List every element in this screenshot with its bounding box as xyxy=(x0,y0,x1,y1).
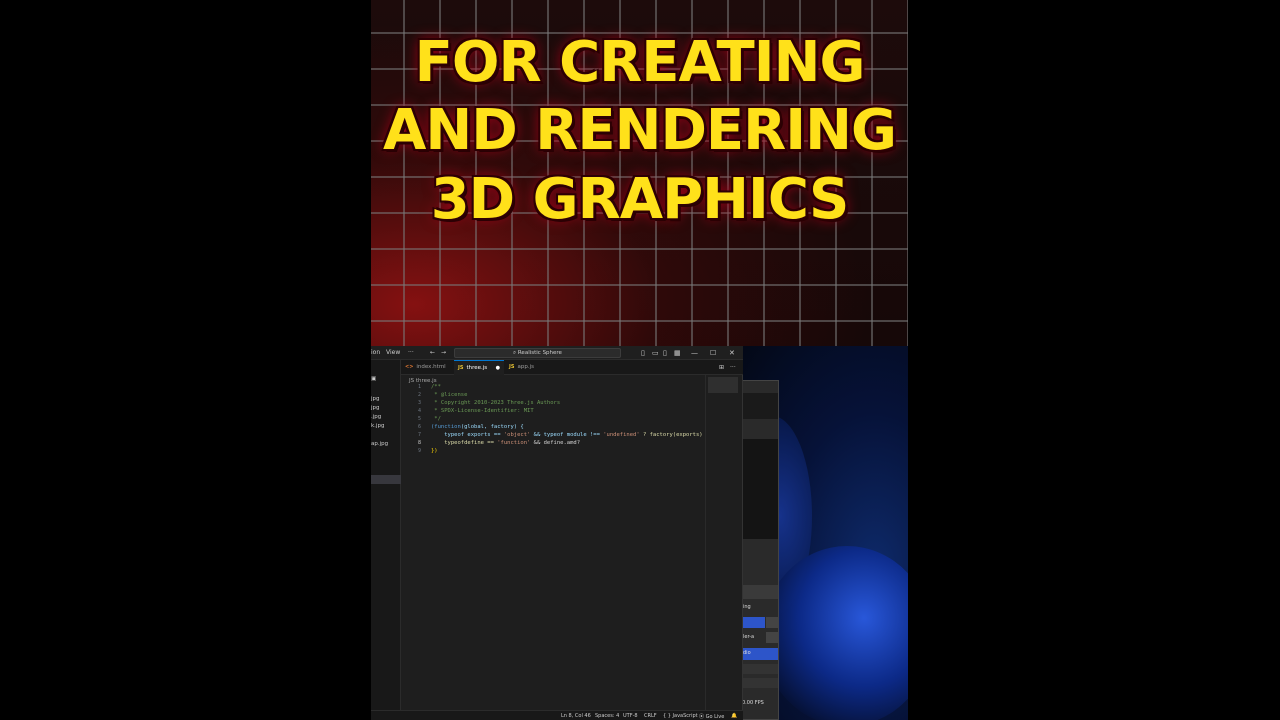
headline-line-3: 3D GRAPHICS xyxy=(430,167,850,232)
explorer-file[interactable]: .jpg xyxy=(371,414,381,420)
explorer-file[interactable]: ap.jpg xyxy=(371,441,388,447)
menu-view[interactable]: View xyxy=(386,349,400,356)
code-token: 'object' xyxy=(503,432,531,438)
code-token: (function xyxy=(431,424,461,430)
line-number: 7 xyxy=(417,432,421,438)
title-bar: ion View ··· ← → ⌕ Realistic Sphere ▯ ▭ … xyxy=(371,346,743,360)
vscode-window: ion View ··· ← → ⌕ Realistic Sphere ▯ ▭ … xyxy=(371,346,743,720)
explorer-file[interactable]: jpg xyxy=(371,396,380,402)
bell-icon[interactable]: 🔔 xyxy=(731,713,737,719)
preview-label-3: dio xyxy=(743,650,751,656)
tab-app-js[interactable]: JS app.js xyxy=(505,360,545,375)
go-live-button[interactable]: ⦿ Go Live xyxy=(699,713,724,720)
unsaved-dot-icon[interactable]: ● xyxy=(496,361,500,376)
js-file-icon: JS xyxy=(458,365,464,371)
line-number: 6 xyxy=(417,424,421,430)
line-number: 3 xyxy=(417,400,421,406)
customize-layout-icon[interactable]: ▦ xyxy=(674,349,681,357)
code-token: && typeof module !== xyxy=(530,432,604,438)
status-bar: Ln 8, Col 46 Spaces: 4 UTF-8 CRLF { } Ja… xyxy=(371,710,743,720)
preview-button-1[interactable] xyxy=(743,617,765,628)
minimap[interactable] xyxy=(705,375,741,710)
minimap-slider[interactable] xyxy=(708,377,738,393)
code-line-1: /** xyxy=(431,384,441,390)
explorer-file[interactable]: jpg xyxy=(371,405,380,411)
command-center-search[interactable]: ⌕ Realistic Sphere xyxy=(454,348,621,358)
toggle-sidebar-icon[interactable]: ▯ xyxy=(641,349,645,357)
menu-more-icon[interactable]: ··· xyxy=(408,349,414,356)
code-line-4: * SPDX-License-Identifier: MIT xyxy=(431,408,534,414)
headline-line-2: AND RENDERING xyxy=(383,98,897,163)
tab-label: three.js xyxy=(466,365,488,371)
preview-label-2: ler-a xyxy=(743,634,755,640)
explorer-header-icon: ▣ xyxy=(371,376,377,382)
preview-save-icon[interactable] xyxy=(766,617,778,628)
preview-row xyxy=(743,678,778,688)
grid-background: FOR CREATING AND RENDERING 3D GRAPHICS xyxy=(371,0,908,346)
back-arrow-icon[interactable]: ← xyxy=(430,349,435,356)
menu-selection[interactable]: ion xyxy=(371,349,380,356)
preview-canvas xyxy=(743,439,778,539)
more-actions-icon[interactable]: ··· xyxy=(730,360,736,375)
split-editor-icon[interactable]: ⊞ xyxy=(719,360,724,375)
fps-counter: 0.00 FPS xyxy=(742,700,764,706)
forward-arrow-icon[interactable]: → xyxy=(441,349,446,356)
code-line-9: }) xyxy=(431,448,438,454)
app-preview-window: ing ler-a dio xyxy=(742,380,779,720)
code-line-8: typeofdefine == 'function' && define.amd… xyxy=(431,440,580,446)
html-file-icon: <> xyxy=(405,364,414,370)
explorer-file[interactable]: k.jpg xyxy=(371,423,384,429)
preview-row xyxy=(743,664,778,674)
indentation[interactable]: Spaces: 4 xyxy=(595,713,619,719)
code-line-5: */ xyxy=(431,416,441,422)
preview-header xyxy=(743,393,778,419)
code-token: typeof exports == xyxy=(431,432,504,438)
tab-label: index.html xyxy=(416,364,446,370)
js-file-icon: JS xyxy=(509,364,515,370)
toggle-secondary-sidebar-icon[interactable]: ▯ xyxy=(663,349,667,357)
code-line-6: (function(global, factory) { xyxy=(431,424,524,430)
preview-label-1: ing xyxy=(743,604,751,610)
code-token: && define.amd? xyxy=(530,440,581,446)
code-line-3: * Copyright 2010-2023 Three.js Authors xyxy=(431,400,561,406)
toggle-panel-icon[interactable]: ▭ xyxy=(652,349,659,357)
line-endings[interactable]: CRLF xyxy=(644,713,657,719)
explorer-sidebar: ▣ jpg jpg .jpg k.jpg ap.jpg xyxy=(371,360,401,720)
code-line-7: typeof exports == 'object' && typeof mod… xyxy=(431,432,709,438)
maximize-icon[interactable]: ☐ xyxy=(710,349,716,357)
screen: FOR CREATING AND RENDERING 3D GRAPHICS i… xyxy=(0,0,1280,720)
line-number: 2 xyxy=(417,392,421,398)
code-token: ? factory(exports) : xyxy=(639,432,710,438)
code-editor[interactable]: 1 2 3 4 5 6 7 8 9 /** * @license * Copyr… xyxy=(401,384,711,710)
preview-panel xyxy=(743,585,778,599)
editor-tabs: <> index.html JS three.js ● JS app.js ⊞ ··· xyxy=(401,360,743,375)
code-line-2: * @license xyxy=(431,392,468,398)
code-token: (global, factory) { xyxy=(460,424,524,430)
line-number: 9 xyxy=(417,448,421,454)
tab-three-js[interactable]: JS three.js ● xyxy=(454,360,504,375)
headline-line-1: FOR CREATING xyxy=(414,30,866,95)
tab-label: app.js xyxy=(517,364,534,370)
line-number: 1 xyxy=(417,384,421,390)
cursor-position[interactable]: Ln 8, Col 46 xyxy=(561,713,591,719)
explorer-selected-row[interactable] xyxy=(371,475,401,484)
code-token: 'function' xyxy=(497,440,531,446)
line-number-current: 8 xyxy=(417,440,421,446)
line-number: 5 xyxy=(417,416,421,422)
language-mode[interactable]: { } JavaScript xyxy=(663,713,698,719)
code-token: 'undefined' xyxy=(603,432,640,438)
minimize-icon[interactable]: — xyxy=(691,349,698,357)
preview-gear-icon[interactable] xyxy=(766,632,778,643)
line-number: 4 xyxy=(417,408,421,414)
code-token: typeofdefine == xyxy=(431,440,498,446)
close-icon[interactable]: ✕ xyxy=(729,349,735,357)
encoding[interactable]: UTF-8 xyxy=(623,713,638,719)
tab-index-html[interactable]: <> index.html xyxy=(401,360,453,375)
